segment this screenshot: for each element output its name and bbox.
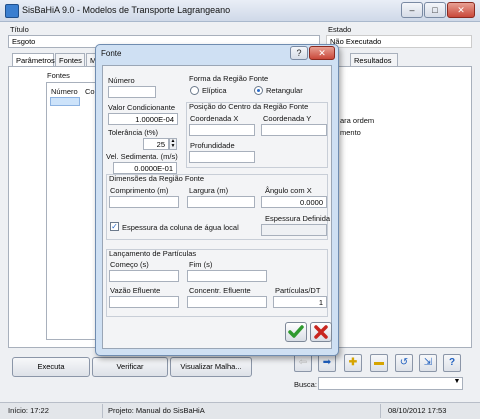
tab-fontes[interactable]: Fontes bbox=[55, 53, 85, 67]
verificar-button[interactable]: Verificar bbox=[92, 357, 168, 377]
comeco-label: Começo (s) bbox=[110, 260, 149, 269]
coord-x-input[interactable] bbox=[189, 124, 255, 136]
vel-sedimenta-input[interactable]: 0.0000E-01 bbox=[113, 162, 177, 174]
plus-icon[interactable]: ✚ bbox=[344, 354, 362, 372]
posicao-label: Posição do Centro da Região Fonte bbox=[189, 102, 309, 111]
tab-parametros[interactable]: Parâmetros bbox=[12, 53, 55, 67]
status-separator bbox=[102, 404, 103, 418]
status-bar: Início: 17:22 Projeto: Manual do SisBaHi… bbox=[0, 402, 480, 419]
estado-value: Não Executado bbox=[326, 35, 472, 48]
titulo-label: Título bbox=[10, 25, 29, 34]
status-projeto: Projeto: Manual do SisBaHiA bbox=[108, 406, 205, 415]
col-numero: Número bbox=[51, 87, 78, 96]
undo-icon[interactable]: ↺ bbox=[395, 354, 413, 372]
espessura-definida-input bbox=[261, 224, 327, 236]
window-title: SisBaHiA 9.0 - Modelos de Transporte Lag… bbox=[22, 5, 231, 15]
status-separator bbox=[380, 404, 381, 418]
dimensoes-label: Dimensões da Região Fonte bbox=[109, 174, 205, 183]
forma-label: Forma da Região Fonte bbox=[189, 74, 269, 83]
dialog-help-button[interactable]: ? bbox=[290, 46, 308, 60]
arrow-left-icon[interactable]: ⇦ bbox=[294, 354, 312, 372]
valor-condicionante-input[interactable]: 1.0000E-04 bbox=[108, 113, 178, 125]
numero-label: Número bbox=[108, 76, 135, 85]
visualizar-malha-button[interactable]: Visualizar Malha... bbox=[170, 357, 252, 377]
profundidade-input[interactable] bbox=[189, 151, 255, 163]
fim-label: Fim (s) bbox=[189, 260, 213, 269]
particulas-label: Partículas/DT bbox=[275, 286, 321, 295]
arrow-right-icon[interactable]: ➡ bbox=[318, 354, 336, 372]
tolerancia-spinner[interactable]: ▲ ▼ bbox=[169, 138, 177, 150]
tolerancia-label: Tolerância (t%) bbox=[108, 128, 159, 137]
maximize-button[interactable]: □ bbox=[424, 2, 446, 18]
numero-input[interactable] bbox=[108, 86, 156, 98]
tab-resultados[interactable]: Resultados bbox=[350, 53, 398, 67]
x-mark-icon bbox=[314, 325, 328, 339]
title-bar: SisBaHiA 9.0 - Modelos de Transporte Lag… bbox=[0, 0, 480, 22]
vazao-input[interactable] bbox=[109, 296, 179, 308]
help-icon[interactable]: ? bbox=[443, 354, 461, 372]
espessura-definida-label: Espessura Definida bbox=[265, 214, 331, 223]
angulo-label: Ângulo com X bbox=[265, 186, 312, 195]
coord-x-label: Coordenada X bbox=[190, 114, 239, 123]
angulo-input[interactable]: 0.0000 bbox=[261, 196, 327, 208]
particulas-input[interactable]: 1 bbox=[273, 296, 327, 308]
busca-label: Busca: bbox=[294, 380, 317, 389]
coord-y-input[interactable] bbox=[261, 124, 327, 136]
export-icon[interactable]: ⇲ bbox=[419, 354, 437, 372]
dialog-title: Fonte bbox=[101, 49, 122, 58]
chevron-down-icon[interactable]: ▼ bbox=[452, 378, 462, 389]
profundidade-label: Profundidade bbox=[190, 141, 235, 150]
eliptica-label: Elíptica bbox=[202, 86, 227, 95]
status-inicio: Início: 17:22 bbox=[8, 406, 49, 415]
estado-label: Estado bbox=[328, 25, 352, 34]
retangular-radio[interactable] bbox=[254, 86, 263, 95]
coord-y-label: Coordenada Y bbox=[263, 114, 312, 123]
busca-input[interactable] bbox=[318, 377, 463, 390]
col-co: Co bbox=[85, 87, 95, 96]
largura-input[interactable] bbox=[187, 196, 255, 208]
comeco-input[interactable] bbox=[109, 270, 179, 282]
fontes-list[interactable]: Número Co bbox=[46, 82, 96, 340]
espessura-check-label: Espessura da coluna de água local bbox=[122, 223, 239, 232]
mento-text: mento bbox=[340, 128, 361, 137]
ok-button[interactable] bbox=[285, 322, 307, 342]
comprimento-label: Comprimento (m) bbox=[110, 186, 169, 195]
minus-icon[interactable]: ▬ bbox=[370, 354, 388, 372]
app-icon bbox=[5, 4, 19, 18]
status-datetime: 08/10/2012 17:53 bbox=[388, 406, 447, 415]
eliptica-radio[interactable] bbox=[190, 86, 199, 95]
vel-sedimenta-label: Vel. Sedimenta. (m/s) bbox=[106, 152, 178, 161]
retangular-label: Retangular bbox=[266, 86, 303, 95]
fontes-panel-title: Fontes bbox=[47, 71, 70, 80]
fonte-dialog: Fonte ? ✕ Número Valor Condicionante 1.0… bbox=[95, 44, 339, 356]
fim-input[interactable] bbox=[187, 270, 267, 282]
espessura-checkbox[interactable]: ✓ bbox=[110, 222, 119, 231]
dialog-close-button[interactable]: ✕ bbox=[309, 46, 335, 60]
concentr-label: Concentr. Efluente bbox=[189, 286, 251, 295]
tolerancia-input[interactable]: 25 bbox=[143, 138, 169, 150]
dialog-body: Número Valor Condicionante 1.0000E-04 To… bbox=[102, 65, 332, 349]
close-button[interactable]: ✕ bbox=[447, 2, 475, 18]
ordem-text: ara ordem bbox=[340, 116, 375, 125]
executa-button[interactable]: Executa bbox=[12, 357, 90, 377]
cancel-button[interactable] bbox=[310, 322, 332, 342]
vazao-label: Vazão Efluente bbox=[110, 286, 161, 295]
concentr-input[interactable] bbox=[187, 296, 267, 308]
comprimento-input[interactable] bbox=[109, 196, 179, 208]
lancamento-label: Lançamento de Partículas bbox=[109, 249, 197, 258]
checkmark-icon bbox=[288, 325, 304, 338]
minimize-button[interactable]: – bbox=[401, 2, 423, 18]
largura-label: Largura (m) bbox=[189, 186, 229, 195]
valor-condicionante-label: Valor Condicionante bbox=[108, 103, 175, 112]
fontes-selected-row[interactable] bbox=[50, 97, 80, 106]
